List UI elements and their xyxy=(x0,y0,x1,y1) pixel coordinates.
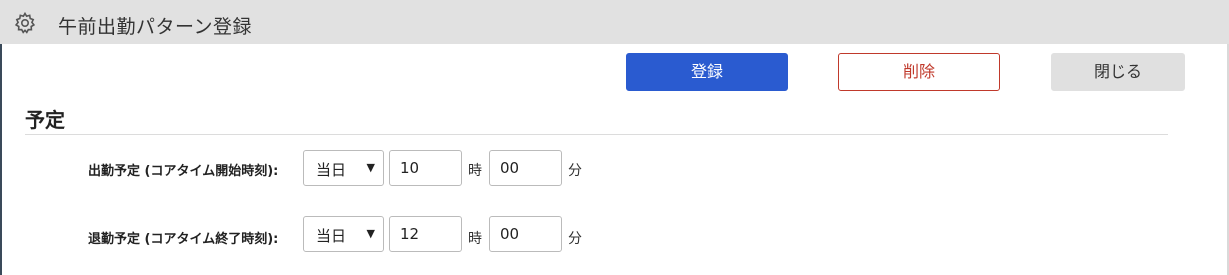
chevron-down-icon: ▼ xyxy=(366,161,375,174)
start-day-select[interactable]: 当日 ▼ xyxy=(303,150,384,186)
end-day-value: 当日 xyxy=(316,227,347,245)
close-button[interactable]: 閉じる xyxy=(1051,53,1185,91)
title-bar: 午前出勤パターン登録 xyxy=(0,0,1229,44)
delete-button[interactable]: 削除 xyxy=(838,53,1000,91)
end-day-select[interactable]: 当日 ▼ xyxy=(303,216,384,252)
window-title: 午前出勤パターン登録 xyxy=(58,16,253,38)
end-time-label: 退勤予定 (コアタイム終了時刻): xyxy=(88,232,279,247)
chevron-down-icon: ▼ xyxy=(366,227,375,240)
end-minute-input[interactable]: 00 xyxy=(489,216,562,252)
left-border xyxy=(0,44,2,275)
end-hour-input[interactable]: 12 xyxy=(389,216,462,252)
section-title: 予定 xyxy=(25,108,65,132)
end-minute-unit: 分 xyxy=(568,231,582,247)
register-button[interactable]: 登録 xyxy=(626,53,788,91)
start-day-value: 当日 xyxy=(316,161,347,179)
start-minute-input[interactable]: 00 xyxy=(489,150,562,186)
section-divider xyxy=(25,134,1168,135)
start-hour-unit: 時 xyxy=(468,163,482,179)
end-hour-unit: 時 xyxy=(468,231,482,247)
start-minute-unit: 分 xyxy=(568,163,582,179)
start-time-label: 出勤予定 (コアタイム開始時刻): xyxy=(88,164,279,179)
start-hour-input[interactable]: 10 xyxy=(389,150,462,186)
gear-icon xyxy=(14,11,36,34)
